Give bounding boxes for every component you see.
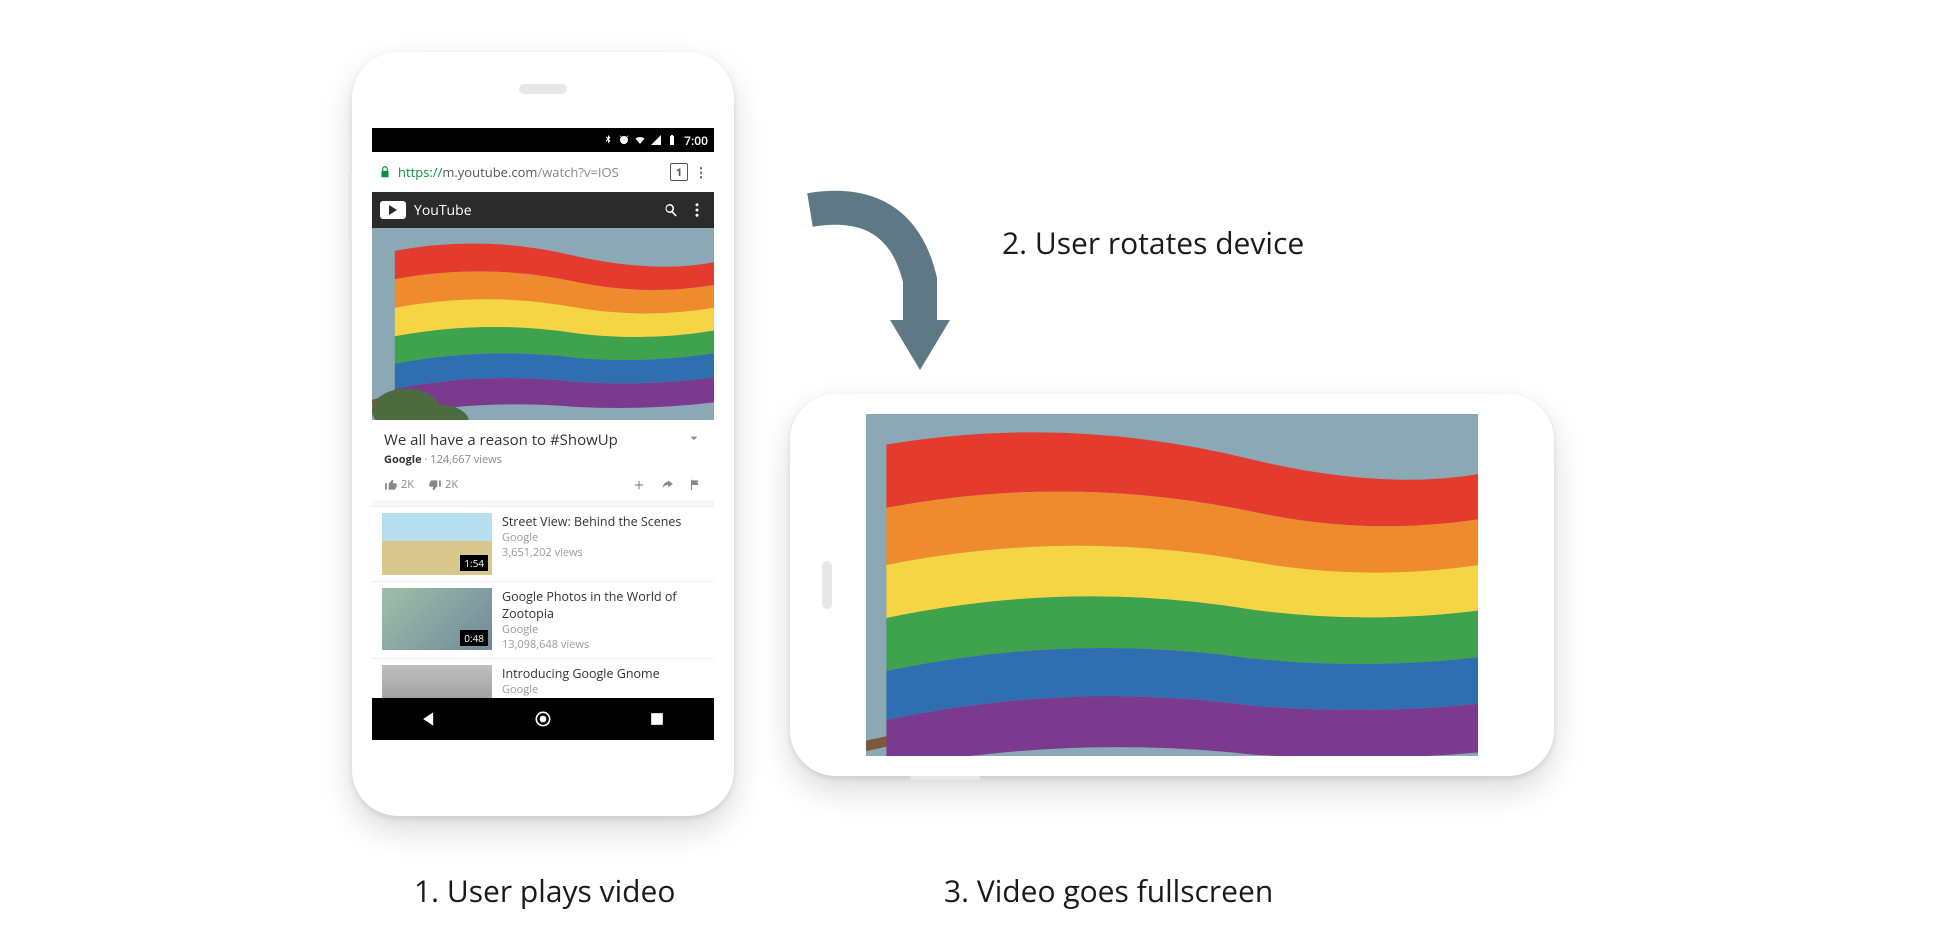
thumbs-up-icon <box>384 478 398 492</box>
suggestion-info: Introducing Google GnomeGoogle <box>502 665 660 697</box>
video-title: We all have a reason to #ShowUp <box>384 430 686 450</box>
battery-icon <box>666 134 678 146</box>
suggestion-thumbnail: 1:54 <box>382 513 492 575</box>
suggestion-channel: Google <box>502 530 681 545</box>
duration-badge: 0:48 <box>460 630 488 646</box>
portrait-screen: 7:00 https://m.youtube.com/watch?v=IOS 1… <box>372 128 714 740</box>
youtube-menu-icon[interactable] <box>688 201 706 219</box>
lock-icon <box>378 165 392 179</box>
android-nav-bar <box>372 698 714 740</box>
clock-text: 7:00 <box>684 132 708 149</box>
step-2-caption: 2. User rotates device <box>1002 222 1304 263</box>
cellular-icon <box>650 134 662 146</box>
nav-recent-button[interactable] <box>647 709 667 729</box>
suggestion-views: 13,098,648 views <box>502 637 704 652</box>
video-info-panel: We all have a reason to #ShowUp Google ·… <box>372 420 714 500</box>
suggested-video-item[interactable]: 0:48 Google Photos in the World of Zootop… <box>372 581 714 658</box>
suggestion-title: Street View: Behind the Scenes <box>502 513 681 530</box>
step-1-caption: 1. User plays video <box>414 870 675 911</box>
suggestion-info: Google Photos in the World of ZootopiaGo… <box>502 588 704 652</box>
duration-badge: 1:54 <box>460 555 488 571</box>
flag-button[interactable] <box>688 478 702 492</box>
browser-menu-button[interactable]: ⋮ <box>694 163 708 181</box>
bluetooth-icon <box>602 134 614 146</box>
alarm-icon <box>618 134 630 146</box>
android-status-bar: 7:00 <box>372 128 714 152</box>
speaker-grille <box>519 84 567 94</box>
suggestion-views: 3,651,202 views <box>502 545 681 560</box>
suggestion-title: Google Photos in the World of Zootopia <box>502 588 704 622</box>
browser-address-bar[interactable]: https://m.youtube.com/watch?v=IOS 1 ⋮ <box>372 152 714 192</box>
share-button[interactable] <box>660 478 674 492</box>
nav-home-button[interactable] <box>533 709 553 729</box>
wifi-icon <box>634 134 646 146</box>
suggestion-channel: Google <box>502 682 660 697</box>
expand-description-button[interactable] <box>686 430 702 446</box>
video-player[interactable] <box>372 228 714 420</box>
youtube-wordmark: YouTube <box>414 201 472 220</box>
video-meta: Google · 124,667 views <box>384 452 702 467</box>
volume-button <box>348 172 352 242</box>
rainbow-flag-image-fullscreen <box>866 414 1478 756</box>
suggestion-thumbnail: 0:48 <box>382 588 492 650</box>
add-to-button[interactable] <box>632 478 646 492</box>
curved-arrow-icon <box>790 170 980 390</box>
youtube-logo-icon[interactable] <box>380 201 406 219</box>
tab-switcher-button[interactable]: 1 <box>670 163 688 181</box>
suggestion-title: Introducing Google Gnome <box>502 665 660 682</box>
dislike-button[interactable]: 2K <box>428 477 458 492</box>
url-text: https://m.youtube.com/watch?v=IOS <box>398 163 664 181</box>
nav-back-button[interactable] <box>419 709 439 729</box>
suggested-video-item[interactable]: 1:54 Street View: Behind the ScenesGoogle… <box>372 506 714 581</box>
rainbow-flag-image <box>372 228 714 420</box>
youtube-header: YouTube <box>372 192 714 228</box>
phone-landscape-frame <box>790 394 1554 776</box>
suggestion-channel: Google <box>502 622 704 637</box>
volume-button <box>910 776 980 780</box>
like-button[interactable]: 2K <box>384 477 414 492</box>
search-icon[interactable] <box>662 201 680 219</box>
landscape-screen <box>866 414 1478 756</box>
flow-arrow <box>790 170 980 390</box>
thumbs-down-icon <box>428 478 442 492</box>
step-3-caption: 3. Video goes fullscreen <box>944 870 1273 911</box>
phone-portrait-frame: 7:00 https://m.youtube.com/watch?v=IOS 1… <box>352 52 734 816</box>
suggestion-info: Street View: Behind the ScenesGoogle3,65… <box>502 513 681 560</box>
speaker-grille <box>822 561 832 609</box>
